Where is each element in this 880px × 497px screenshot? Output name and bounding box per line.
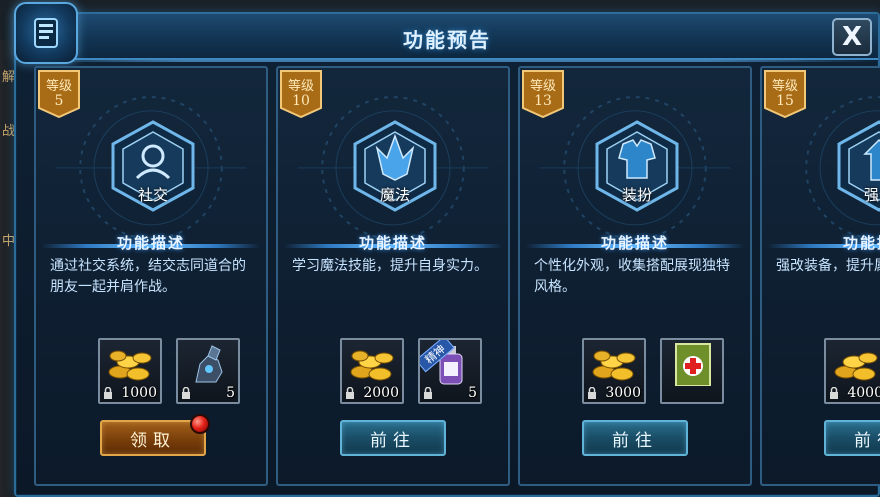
reward-slot[interactable]: 1000 — [98, 338, 162, 404]
lock-icon — [104, 387, 112, 399]
gold-coins-icon — [834, 352, 878, 381]
level-value: 5 — [54, 93, 64, 109]
level-value: 15 — [776, 93, 794, 109]
enhance-emblem-icon: 强化 — [831, 118, 880, 214]
reward-slot[interactable]: 4000 — [824, 338, 880, 404]
feature-description: 强改装备，提升属性。 — [776, 258, 880, 274]
level-label: 等级 — [529, 79, 556, 94]
gold-coins-icon — [350, 350, 394, 381]
go-button[interactable]: 前往 — [824, 420, 880, 456]
close-button[interactable]: X — [832, 18, 872, 56]
go-button-label: 前往 — [370, 430, 416, 451]
reward-count: 1000 — [121, 385, 157, 401]
feature-name: 强化 — [863, 186, 880, 204]
reward-slot[interactable]: 5 — [176, 338, 240, 404]
lock-icon — [588, 387, 596, 399]
feature-description: 通过社交系统，结交志同道合的朋友一起并肩作战。 — [50, 258, 246, 295]
go-button-label: 前往 — [854, 430, 880, 451]
reward-count: 4000 — [847, 385, 880, 401]
description-header: 功能描述 — [278, 232, 508, 254]
reward-slot[interactable]: 3000 — [582, 338, 646, 404]
gold-coins-icon — [108, 350, 152, 381]
reward-list: 1000 5 — [36, 338, 266, 404]
lock-icon — [346, 387, 354, 399]
description-header: 功能描述 — [36, 232, 266, 254]
feature-card: 等级 15 强化 功能描述 强改装备，提升属性。 — [760, 66, 880, 486]
close-icon: X — [841, 22, 863, 52]
dressup-emblem-icon: 装扮 — [589, 118, 685, 214]
lock-icon — [830, 387, 838, 399]
magic-emblem-icon: 魔法 — [347, 118, 443, 214]
level-tag: 等级 13 — [522, 70, 564, 118]
go-button[interactable]: 前往 — [340, 420, 446, 456]
feature-card: 等级 10 魔法 功能描述 学习魔法技能，提升自身实力。 2000 精神 5 前… — [276, 66, 510, 486]
reward-list: 4000 — [762, 338, 880, 404]
level-tag: 等级 5 — [38, 70, 80, 118]
description-title: 功能描述 — [358, 234, 427, 252]
feature-description: 学习魔法技能，提升自身实力。 — [292, 258, 488, 274]
level-label: 等级 — [771, 79, 798, 94]
reward-count: 2000 — [363, 385, 399, 401]
feature-description: 个性化外观，收集搭配展现独特风格。 — [534, 258, 730, 295]
claim-button-label: 领取 — [130, 430, 176, 451]
window-title: 功能预告 — [403, 28, 491, 52]
reward-count: 3000 — [605, 385, 641, 401]
feature-preview-window: 功能预告 X 等级 5 社交 功能描述 通过社交系统，结交志同道合的朋友一起并肩… — [14, 2, 880, 497]
description-header: 功能描述 — [520, 232, 750, 254]
medkit-card-icon — [675, 343, 711, 386]
lock-icon — [424, 387, 432, 399]
feature-name: 装扮 — [621, 186, 652, 204]
level-tag: 等级 15 — [764, 70, 806, 118]
reward-count: 5 — [468, 385, 477, 401]
reward-slot[interactable]: 2000 — [340, 338, 404, 404]
level-label: 等级 — [45, 79, 72, 94]
feature-card-list: 等级 5 社交 功能描述 通过社交系统，结交志同道合的朋友一起并肩作战。 100… — [34, 66, 880, 494]
mech-armor-icon — [195, 345, 223, 383]
reward-count: 5 — [226, 385, 235, 401]
description-title: 功能描述 — [842, 234, 880, 252]
go-button-label: 前往 — [612, 430, 658, 451]
feature-name: 魔法 — [379, 186, 410, 204]
level-tag: 等级 10 — [280, 70, 322, 118]
feature-card: 等级 5 社交 功能描述 通过社交系统，结交志同道合的朋友一起并肩作战。 100… — [34, 66, 268, 486]
reward-list: 3000 — [520, 338, 750, 404]
feature-card: 等级 13 装扮 功能描述 个性化外观，收集搭配展现独特风格。 3000 前往 — [518, 66, 752, 486]
description-title: 功能描述 — [600, 234, 669, 252]
notification-dot-icon — [190, 414, 210, 434]
feature-logo-icon — [14, 2, 78, 64]
lock-icon — [182, 387, 190, 399]
level-label: 等级 — [287, 79, 314, 94]
go-button[interactable]: 前往 — [582, 420, 688, 456]
level-value: 10 — [292, 93, 310, 109]
reward-slot[interactable] — [660, 338, 724, 404]
reward-slot[interactable]: 精神 5 — [418, 338, 482, 404]
reward-list: 2000 精神 5 — [278, 338, 508, 404]
claim-button[interactable]: 领取 — [100, 414, 210, 456]
title-bar: 功能预告 — [16, 14, 878, 62]
description-title: 功能描述 — [116, 234, 185, 252]
gold-coins-icon — [592, 350, 636, 381]
description-header: 功能描述 — [762, 232, 880, 254]
feature-name: 社交 — [137, 186, 168, 204]
level-value: 13 — [534, 93, 552, 109]
social-emblem-icon: 社交 — [105, 118, 201, 214]
